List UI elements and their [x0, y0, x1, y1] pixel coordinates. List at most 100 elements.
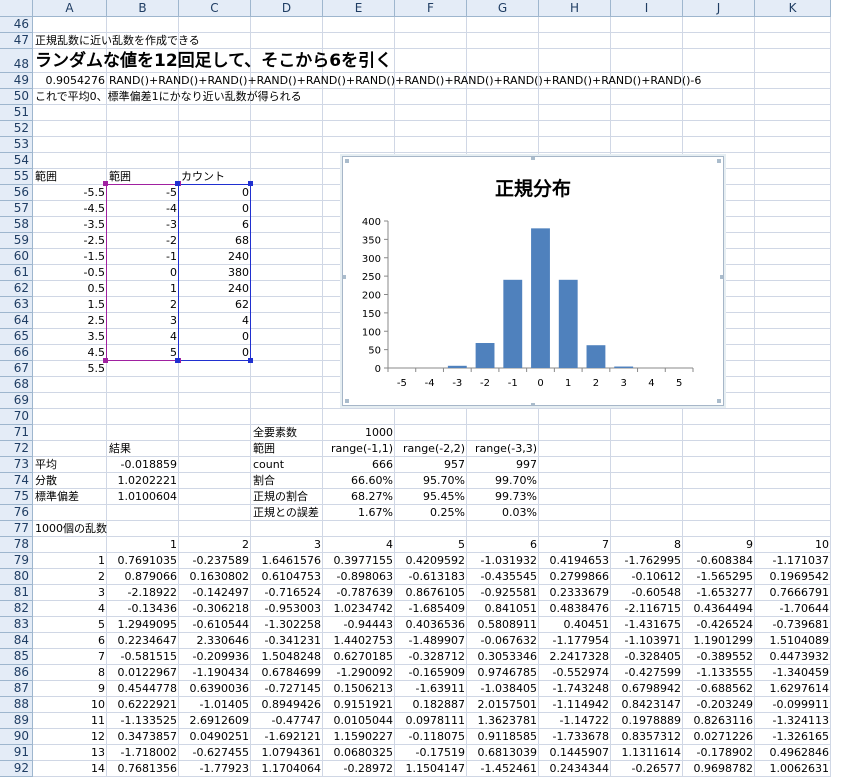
grid-cell[interactable]: [683, 505, 755, 521]
random-value[interactable]: -0.306218: [179, 601, 251, 617]
random-value[interactable]: 0.182887: [395, 697, 467, 713]
grid-cell[interactable]: [179, 425, 251, 441]
random-value[interactable]: 0.4036536: [395, 617, 467, 633]
grid-cell[interactable]: [539, 489, 611, 505]
spreadsheet-grid[interactable]: ABCDEFGHIJK 46 47 48 49 50 51 52 53 54 55 56 57 58 59…: [0, 0, 864, 784]
bin-edge[interactable]: -4.5: [33, 201, 107, 217]
column-header-k[interactable]: K: [755, 0, 831, 17]
grid-cell[interactable]: [251, 169, 323, 185]
row-header-50[interactable]: 50: [0, 89, 33, 105]
random-value[interactable]: -2.116715: [611, 601, 683, 617]
grid-cell[interactable]: [611, 121, 683, 137]
grid-cell[interactable]: [755, 201, 831, 217]
random-value[interactable]: -1.190434: [179, 665, 251, 681]
grid-cell[interactable]: [33, 153, 107, 169]
grid-cell[interactable]: [755, 217, 831, 233]
random-value[interactable]: 1.2949095: [107, 617, 179, 633]
random-value[interactable]: -1.489907: [395, 633, 467, 649]
random-value[interactable]: 0.3473857: [107, 729, 179, 745]
random-value[interactable]: -0.389552: [683, 649, 755, 665]
range-value[interactable]: 957: [395, 457, 467, 473]
grid-cell[interactable]: [755, 73, 831, 89]
grid-cell[interactable]: [755, 169, 831, 185]
random-value[interactable]: 1.0234742: [323, 601, 395, 617]
grid-cell[interactable]: [755, 457, 831, 473]
grid-cell[interactable]: [467, 49, 539, 73]
random-value[interactable]: 1.6461576: [251, 553, 323, 569]
bin-edge[interactable]: -3.5: [33, 217, 107, 233]
random-value[interactable]: 0.6813039: [467, 745, 539, 761]
grid-cell[interactable]: [755, 313, 831, 329]
random-value[interactable]: 0.4209592: [395, 553, 467, 569]
select-all-corner[interactable]: [0, 0, 33, 17]
random-value[interactable]: -1.685409: [395, 601, 467, 617]
random-value[interactable]: 0.40451: [539, 617, 611, 633]
bin-value[interactable]: 5: [107, 345, 179, 361]
random-value[interactable]: -1.733678: [539, 729, 611, 745]
grid-cell[interactable]: [107, 521, 179, 537]
grid-cell[interactable]: [467, 17, 539, 33]
grid-cell[interactable]: [611, 505, 683, 521]
grid-cell[interactable]: [467, 521, 539, 537]
grid-cell[interactable]: [683, 521, 755, 537]
grid-cell[interactable]: [107, 105, 179, 121]
row-header-89[interactable]: 89: [0, 713, 33, 729]
grid-cell[interactable]: [323, 33, 395, 49]
grid-cell[interactable]: [755, 281, 831, 297]
random-value[interactable]: -0.203249: [683, 697, 755, 713]
grid-cell[interactable]: [539, 521, 611, 537]
random-value[interactable]: -0.610544: [179, 617, 251, 633]
row-header-54[interactable]: 54: [0, 153, 33, 169]
grid-cell[interactable]: [107, 137, 179, 153]
row-header-49[interactable]: 49: [0, 73, 33, 89]
grid-cell[interactable]: [539, 17, 611, 33]
random-value[interactable]: 1.1590227: [323, 729, 395, 745]
random-value[interactable]: -0.10612: [611, 569, 683, 585]
random-col-index[interactable]: 3: [251, 537, 323, 553]
random-value[interactable]: 0.6784699: [251, 665, 323, 681]
random-row-index[interactable]: 13: [33, 745, 107, 761]
bin-edge[interactable]: -1.5: [33, 249, 107, 265]
random-value[interactable]: -1.63911: [395, 681, 467, 697]
grid-cell[interactable]: [323, 521, 395, 537]
stats-value[interactable]: 1.0100604: [107, 489, 179, 505]
random-value[interactable]: 0.7666791: [755, 585, 831, 601]
random-value[interactable]: 0.6798942: [611, 681, 683, 697]
grid-cell[interactable]: [179, 105, 251, 121]
grid-cell[interactable]: [179, 121, 251, 137]
random-row-index[interactable]: 5: [33, 617, 107, 633]
grid-cell[interactable]: [467, 137, 539, 153]
grid-cell[interactable]: [755, 473, 831, 489]
random-col-index[interactable]: 8: [611, 537, 683, 553]
random-value[interactable]: -1.302258: [251, 617, 323, 633]
grid-cell[interactable]: [33, 425, 107, 441]
random-row-index[interactable]: 14: [33, 761, 107, 777]
note-text[interactable]: これで平均0、標準偏差1にかなり近い乱数が得られる: [33, 89, 302, 105]
random-value[interactable]: -1.01405: [179, 697, 251, 713]
grid-cell[interactable]: [107, 505, 179, 521]
grid-cell[interactable]: [755, 249, 831, 265]
row-header-75[interactable]: 75: [0, 489, 33, 505]
note-text[interactable]: 正規乱数に近い乱数を作成できる: [33, 33, 200, 49]
grid-cell[interactable]: [755, 153, 831, 169]
random-value[interactable]: 1.0794361: [251, 745, 323, 761]
bin-edge[interactable]: 1.5: [33, 297, 107, 313]
random-value[interactable]: -1.133525: [107, 713, 179, 729]
bin-edge[interactable]: -5.5: [33, 185, 107, 201]
bin-count[interactable]: 6: [179, 217, 251, 233]
grid-cell[interactable]: [323, 17, 395, 33]
range-handle[interactable]: [248, 358, 253, 363]
range-handle[interactable]: [175, 181, 180, 186]
bin-value[interactable]: 3: [107, 313, 179, 329]
bins-header[interactable]: 範囲: [33, 169, 107, 185]
random-value[interactable]: -1.103971: [611, 633, 683, 649]
random-value[interactable]: 0.2434344: [539, 761, 611, 777]
range-value[interactable]: range(-1,1): [323, 441, 395, 457]
grid-cell[interactable]: [179, 137, 251, 153]
random-value[interactable]: -0.28972: [323, 761, 395, 777]
random-value[interactable]: 0.4473932: [755, 649, 831, 665]
range-value[interactable]: range(-3,3): [467, 441, 539, 457]
bin-count[interactable]: 0: [179, 345, 251, 361]
grid-cell[interactable]: [179, 17, 251, 33]
bin-count[interactable]: 62: [179, 297, 251, 313]
